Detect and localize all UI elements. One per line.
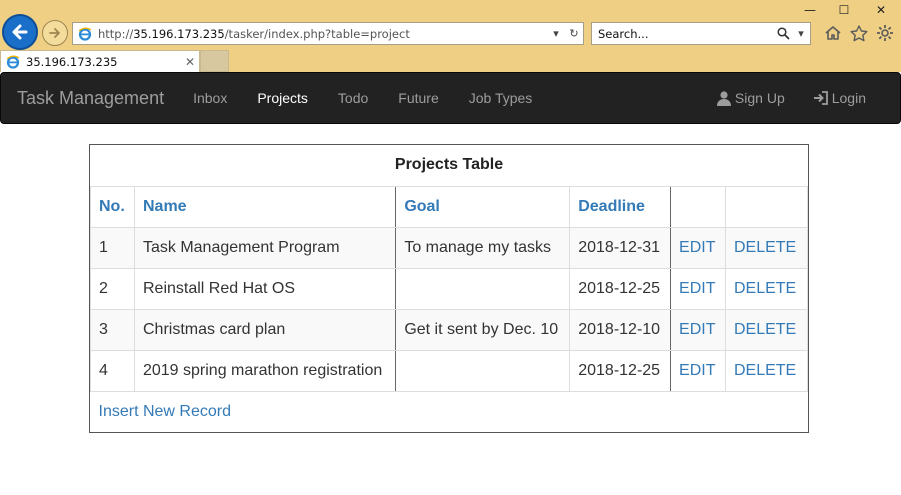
table-title-row: Projects Table [90, 145, 808, 187]
header-delete-col [724, 185, 809, 228]
header-goal[interactable]: Goal [395, 185, 571, 228]
table-row: 3 Christmas card plan Get it sent by Dec… [90, 308, 809, 351]
cell-deadline: 2018-12-25 [569, 349, 672, 392]
url-path: /tasker/index.php?table=project [224, 26, 410, 41]
browser-toolbar [822, 23, 896, 43]
cell-deadline: 2018-12-25 [569, 267, 672, 310]
cell-goal: Get it sent by Dec. 10 [395, 308, 571, 351]
signup-link[interactable]: Sign Up [703, 73, 799, 123]
window-controls: — ☐ ✕ [793, 0, 901, 20]
address-url[interactable]: http://35.196.173.235/tasker/index.php?t… [98, 27, 547, 41]
search-box[interactable]: Search... ▾ [591, 22, 811, 45]
nav-item-future[interactable]: Future [383, 73, 453, 123]
tab-close-icon[interactable]: ✕ [181, 55, 199, 69]
table-row: 2 Reinstall Red Hat OS 2018-12-25 EDIT D… [90, 267, 809, 310]
app-navbar: Task Management Inbox Projects Todo Futu… [0, 72, 901, 124]
search-icon[interactable] [774, 24, 792, 44]
table-footer-row: Insert New Record [90, 390, 808, 432]
gear-icon[interactable] [874, 23, 896, 43]
url-host: 35.196.173.235 [133, 26, 225, 41]
maximize-icon[interactable]: ☐ [827, 0, 861, 20]
login-icon [813, 91, 828, 105]
cell-deadline: 2018-12-31 [569, 226, 672, 269]
tab-title: 35.196.173.235 [26, 54, 118, 69]
delete-link[interactable]: DELETE [724, 308, 809, 351]
table-title: Projects Table [90, 145, 808, 187]
delete-link[interactable]: DELETE [724, 267, 809, 310]
login-link[interactable]: Login [799, 73, 880, 123]
table-row: 1 Task Management Program To manage my t… [90, 226, 809, 269]
nav-item-inbox[interactable]: Inbox [178, 73, 242, 123]
table-header-row: No. Name Goal Deadline [90, 185, 809, 228]
table-row: 4 2019 spring marathon registration 2018… [90, 349, 809, 392]
cell-name: Christmas card plan [133, 308, 397, 351]
forward-button[interactable] [42, 20, 68, 46]
delete-link[interactable]: DELETE [724, 349, 809, 392]
ie-logo-icon [78, 27, 92, 41]
cell-goal [395, 349, 571, 392]
refresh-icon[interactable]: ↻ [565, 24, 583, 44]
delete-link[interactable]: DELETE [724, 226, 809, 269]
edit-link[interactable]: EDIT [670, 349, 726, 392]
cell-name: Reinstall Red Hat OS [133, 267, 397, 310]
cell-goal: To manage my tasks [395, 226, 571, 269]
header-edit-col [670, 185, 726, 228]
address-bar[interactable]: http://35.196.173.235/tasker/index.php?t… [72, 22, 584, 45]
login-label: Login [831, 90, 866, 106]
header-no[interactable]: No. [90, 185, 135, 228]
browser-chrome: — ☐ ✕ http://35.196.173.235/tasker/index… [0, 0, 901, 72]
projects-table: Projects Table No. Name Goal Deadline 1 … [90, 145, 809, 432]
cell-name: 2019 spring marathon registration [133, 349, 397, 392]
close-icon[interactable]: ✕ [861, 0, 901, 20]
signup-label: Sign Up [734, 90, 785, 106]
user-icon [716, 90, 731, 106]
new-tab-button[interactable] [200, 50, 229, 72]
dropdown-icon[interactable]: ▾ [547, 24, 565, 44]
projects-table-panel: Projects Table No. Name Goal Deadline 1 … [89, 144, 809, 433]
back-button[interactable] [2, 14, 38, 50]
browser-tab[interactable]: 35.196.173.235 ✕ [0, 50, 200, 72]
edit-link[interactable]: EDIT [670, 226, 726, 269]
insert-new-record-link[interactable]: Insert New Record [90, 390, 808, 432]
arrow-left-icon [12, 24, 28, 40]
home-icon[interactable] [822, 23, 844, 43]
cell-name: Task Management Program [133, 226, 397, 269]
search-input[interactable]: Search... [592, 27, 774, 41]
star-icon[interactable] [848, 23, 870, 43]
header-name[interactable]: Name [133, 185, 397, 228]
header-deadline[interactable]: Deadline [569, 185, 672, 228]
cell-no: 3 [90, 308, 135, 351]
search-dropdown-icon[interactable]: ▾ [792, 24, 810, 44]
brand-link[interactable]: Task Management [17, 88, 164, 109]
cell-no: 1 [90, 226, 135, 269]
minimize-icon[interactable]: — [793, 0, 827, 20]
tab-favicon-icon [6, 55, 20, 69]
cell-no: 2 [90, 267, 135, 310]
edit-link[interactable]: EDIT [670, 267, 726, 310]
navbar-right: Sign Up Login [703, 73, 880, 123]
cell-goal [395, 267, 571, 310]
nav-item-todo[interactable]: Todo [323, 73, 383, 123]
cell-deadline: 2018-12-10 [569, 308, 672, 351]
edit-link[interactable]: EDIT [670, 308, 726, 351]
nav-item-job-types[interactable]: Job Types [454, 73, 548, 123]
arrow-right-icon [49, 28, 60, 38]
nav-item-projects[interactable]: Projects [242, 73, 323, 123]
cell-no: 4 [90, 349, 135, 392]
url-prefix: http:// [98, 26, 134, 41]
